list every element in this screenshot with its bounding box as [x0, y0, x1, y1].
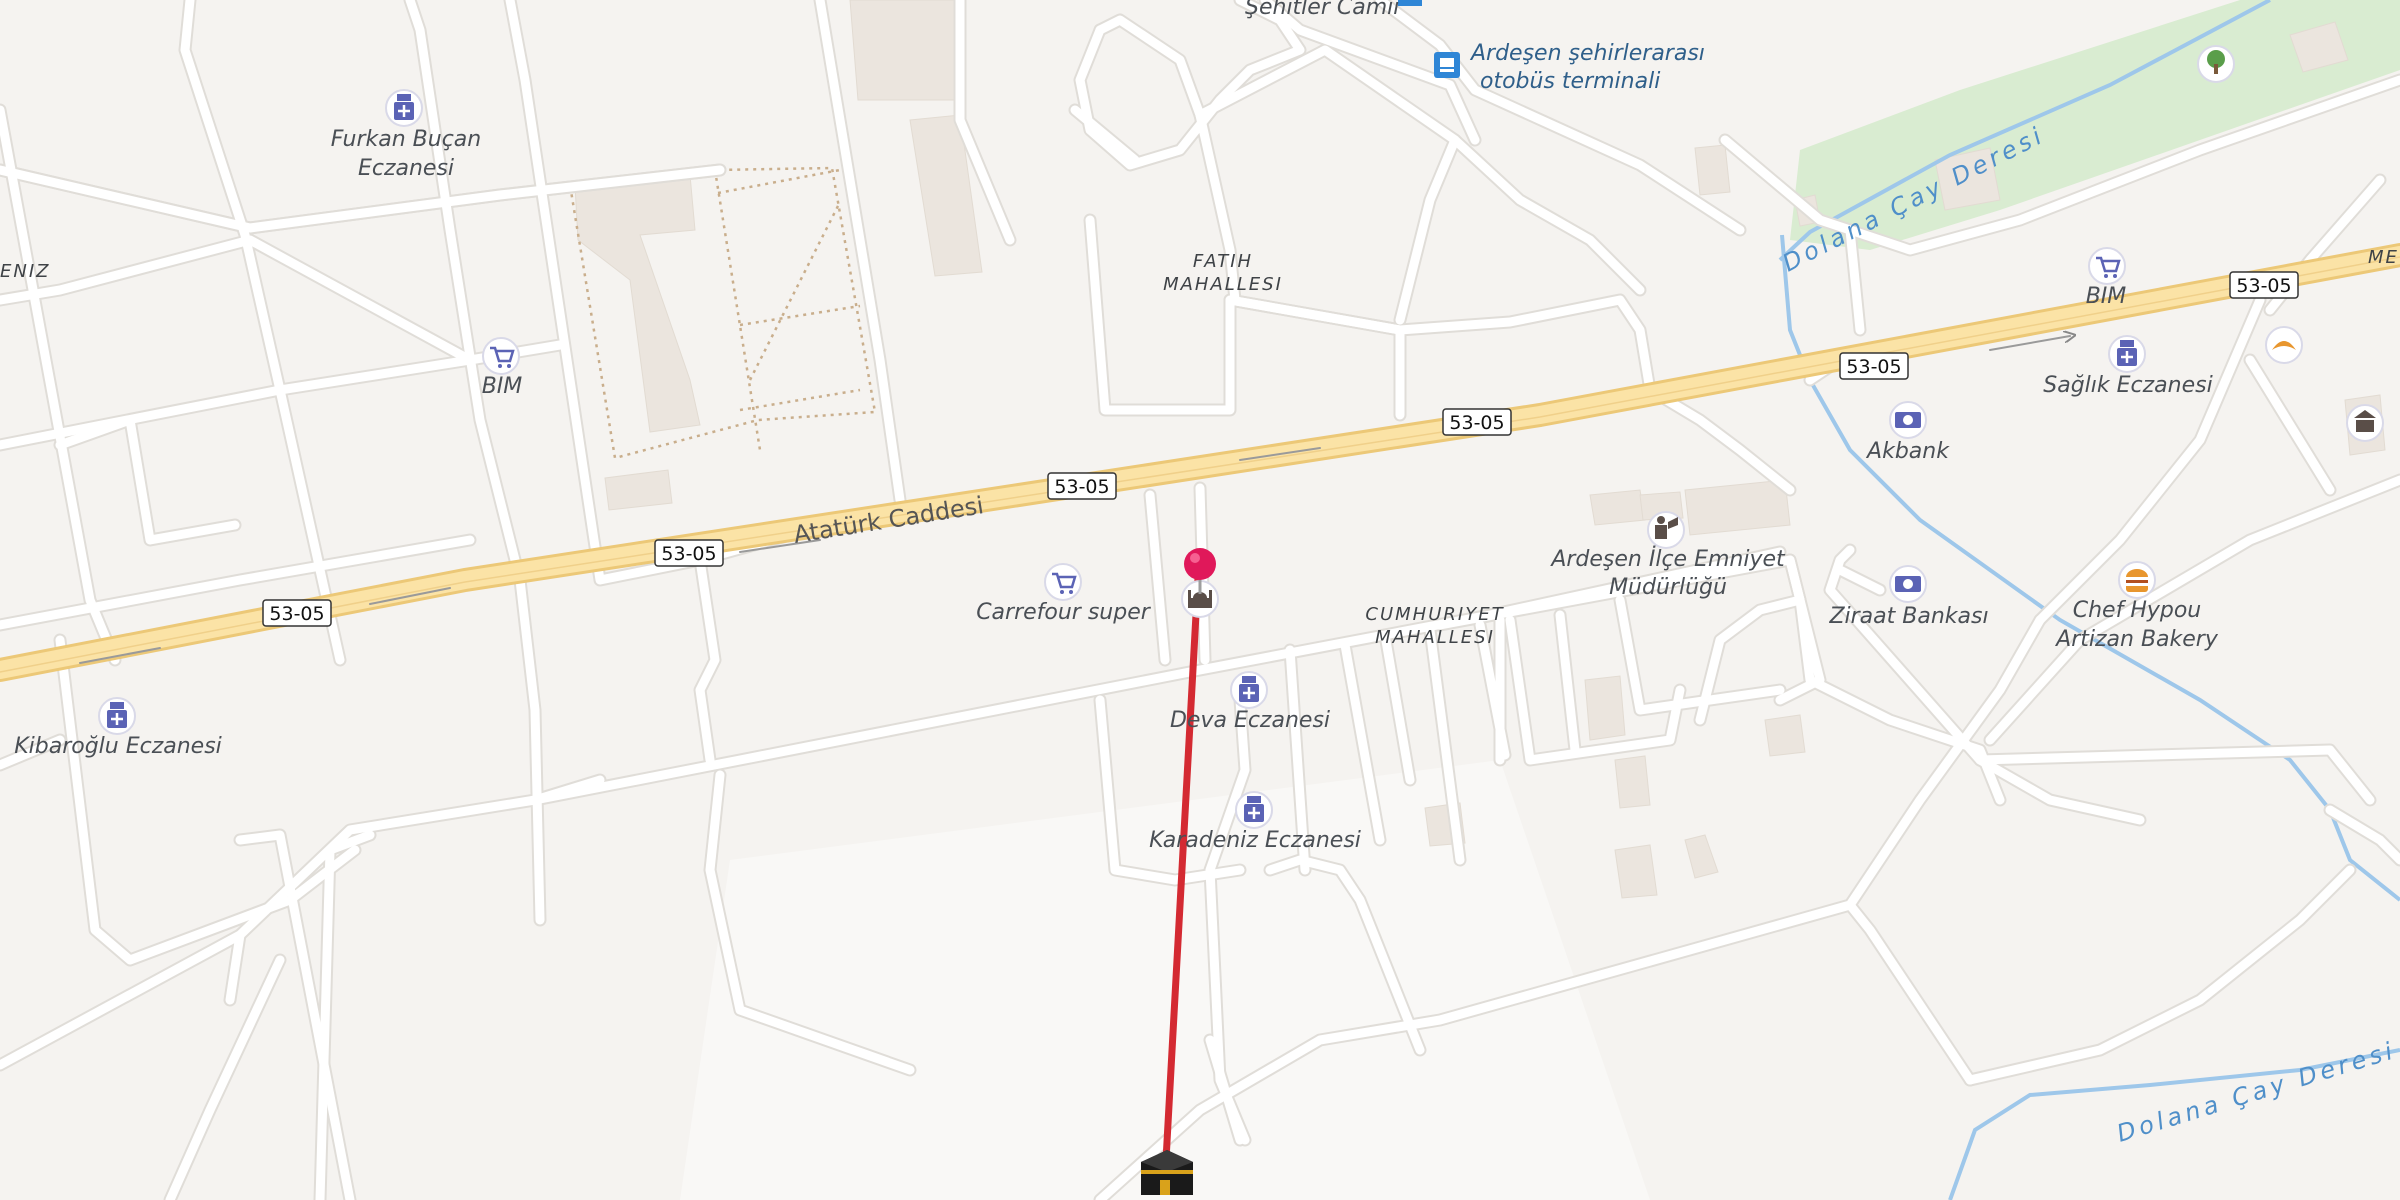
svg-text:53-05: 53-05	[1449, 412, 1504, 434]
poi-label: BIM	[482, 374, 523, 399]
road-shield-53-05: 53-05	[1047, 472, 1117, 500]
poi-label: Deva Eczanesi	[1170, 708, 1330, 733]
svg-text:53-05: 53-05	[1846, 356, 1901, 378]
burger-icon[interactable]	[2118, 561, 2156, 599]
poi-label: Furkan Buçan	[331, 127, 481, 152]
shopping-cart-icon[interactable]	[482, 337, 520, 375]
pharmacy-icon[interactable]	[385, 89, 423, 127]
poi-label: Carrefour super	[976, 600, 1152, 625]
district-label-line1: ENIZ	[0, 261, 50, 282]
shopping-cart-icon[interactable]	[2088, 247, 2126, 285]
poi-label: Ardeşen İlçe Emniyet	[1549, 546, 1786, 572]
police-icon[interactable]	[1647, 511, 1685, 549]
district-label-line1: ME	[2368, 247, 2399, 268]
svg-text:53-05: 53-05	[2236, 275, 2291, 297]
bakery-icon[interactable]	[2265, 326, 2303, 364]
svg-text:53-05: 53-05	[269, 603, 324, 625]
bus-icon[interactable]	[1434, 52, 1460, 78]
poi-label: Müdürlüğü	[1609, 575, 1727, 600]
poi-label: Chef Hypou	[2073, 598, 2202, 623]
poi-label: Sağlık Eczanesi	[2043, 373, 2212, 398]
district-label-line2: MAHALLESI	[1375, 627, 1495, 648]
poi-label: otobüs terminali	[1480, 69, 1660, 94]
pharmacy-icon[interactable]	[2108, 335, 2146, 373]
district-label-line2: MAHALLESI	[1163, 274, 1283, 295]
road-shield-53-05: 53-05	[654, 539, 724, 567]
pharmacy-icon[interactable]	[1235, 791, 1273, 829]
poi-label: Şehitler Camii	[1245, 0, 1399, 20]
bank-icon[interactable]	[1889, 565, 1927, 603]
district-label-line1: CUMHURIYET	[1365, 604, 1504, 625]
road-shield-53-05: 53-05	[2229, 271, 2299, 299]
poi-label: BIM	[2086, 284, 2127, 309]
poi-label: Eczanesi	[358, 156, 454, 181]
poi-label: Karadeniz Eczanesi	[1149, 828, 1361, 853]
pharmacy-icon[interactable]	[1230, 671, 1268, 709]
bank-icon[interactable]	[1889, 401, 1927, 439]
museum-icon[interactable]	[2346, 404, 2384, 442]
road-shield-53-05: 53-05	[1839, 352, 1909, 380]
road-shield-53-05: 53-05	[1442, 408, 1512, 436]
poi-label: Ziraat Bankası	[1828, 604, 1988, 629]
poi-label: Kibaroğlu Eczanesi	[14, 734, 222, 759]
district-label-line1: FATIH	[1193, 251, 1253, 272]
pharmacy-icon[interactable]	[98, 697, 136, 735]
poi-label: Artizan Bakery	[2054, 627, 2219, 652]
svg-text:53-05: 53-05	[661, 543, 716, 565]
shopping-cart-icon[interactable]	[1044, 563, 1082, 601]
map-canvas[interactable]: 53-05 53-05 53-05 53-05 53-05 53-05 Atat…	[0, 0, 2400, 1200]
map-base: 53-05 53-05 53-05 53-05 53-05 53-05 Atat…	[0, 0, 2400, 1200]
park-tree-icon[interactable]	[2197, 45, 2235, 83]
mosque-icon[interactable]	[1398, 0, 1422, 6]
poi-label: Ardeşen şehirlerarası	[1469, 41, 1705, 66]
poi-label: Akbank	[1865, 439, 1950, 464]
road-shield-53-05: 53-05	[262, 599, 332, 627]
svg-text:53-05: 53-05	[1054, 476, 1109, 498]
